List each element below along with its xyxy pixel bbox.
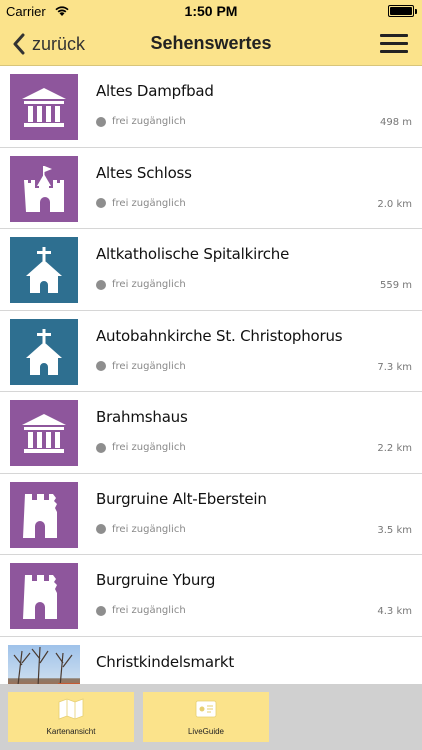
- page-title: Sehenswertes: [150, 33, 272, 53]
- status-bar: Carrier 1:50 PM: [0, 0, 422, 22]
- menu-button[interactable]: [380, 34, 408, 54]
- item-title: Burgruine Alt-Eberstein: [96, 489, 267, 508]
- access-status: frei zugänglich: [96, 116, 186, 127]
- distance-label: 7.3 km: [377, 361, 412, 373]
- navigation-bar: zurück Sehenswertes: [0, 22, 422, 66]
- access-status: frei zugänglich: [96, 279, 186, 290]
- item-title: Altkatholische Spitalkirche: [96, 245, 290, 263]
- list-item[interactable]: Autobahnkirche St. Christophorus frei zu…: [0, 311, 422, 392]
- item-title: Christkindelsmarkt: [96, 652, 235, 671]
- status-dot-icon: [96, 116, 106, 127]
- access-label: frei zugänglich: [112, 197, 186, 209]
- battery-icon: [388, 5, 417, 17]
- map-icon: [58, 698, 84, 720]
- christmas-market-photo: [8, 644, 80, 684]
- access-status: frei zugänglich: [96, 198, 186, 209]
- status-dot-icon: [96, 524, 106, 534]
- tab-map-view[interactable]: Kartenansicht: [8, 692, 134, 742]
- status-dot-icon: [96, 198, 106, 208]
- tab-bar: Kartenansicht LiveGuide: [0, 684, 422, 750]
- list-item[interactable]: Christkindelsmarkt: [0, 637, 422, 684]
- access-label: frei zugänglich: [112, 360, 186, 372]
- list-item[interactable]: Burgruine Yburg frei zugänglich 4.3 km: [0, 555, 422, 637]
- status-time: 1:50 PM: [184, 3, 238, 19]
- tab-liveguide[interactable]: LiveGuide: [143, 692, 269, 742]
- ruin-icon: [23, 493, 57, 538]
- access-status: frei zugänglich: [96, 605, 186, 616]
- access-status: frei zugänglich: [96, 442, 186, 453]
- item-title: Brahmshaus: [96, 408, 188, 426]
- status-dot-icon: [96, 442, 106, 453]
- church-icon: [26, 247, 62, 293]
- list-item[interactable]: Brahmshaus frei zugänglich 2.2 km: [0, 392, 422, 474]
- list-item[interactable]: Altes Dampfbad frei zugänglich 498 m: [0, 66, 422, 148]
- museum-icon: [22, 88, 66, 127]
- item-title: Autobahnkirche St. Christophorus: [96, 326, 343, 345]
- museum-icon: [22, 414, 66, 453]
- access-label: frei zugänglich: [112, 605, 186, 616]
- tab-label: LiveGuide: [187, 727, 225, 736]
- access-label: frei zugänglich: [112, 279, 186, 290]
- distance-label: 3.5 km: [377, 524, 412, 536]
- access-status: frei zugänglich: [96, 524, 186, 535]
- thumbnail: [10, 400, 78, 466]
- thumbnail: [10, 74, 78, 140]
- distance-label: 2.2 km: [377, 443, 412, 454]
- sights-list: Altes Dampfbad frei zugänglich 498 m Alt…: [0, 66, 422, 684]
- thumbnail: [10, 318, 78, 385]
- access-status: frei zugänglich: [96, 361, 186, 372]
- thumbnail: [10, 155, 78, 222]
- thumbnail: [10, 237, 78, 303]
- item-title: Altes Schloss: [96, 163, 192, 182]
- access-label: frei zugänglich: [112, 523, 186, 535]
- tab-label: Kartenansicht: [46, 727, 96, 736]
- castle-icon: [24, 165, 64, 212]
- distance-label: 559 m: [379, 280, 412, 291]
- access-label: frei zugänglich: [112, 442, 186, 453]
- liveguide-icon: [195, 700, 217, 718]
- status-dot-icon: [96, 361, 106, 371]
- distance-label: 2.0 km: [377, 198, 412, 210]
- status-dot-icon: [96, 279, 106, 290]
- distance-label: 498 m: [379, 117, 412, 128]
- thumbnail: [10, 563, 78, 629]
- item-title: Altes Dampfbad: [96, 82, 214, 100]
- thumbnail: [10, 481, 78, 548]
- church-icon: [26, 328, 62, 375]
- access-label: frei zugänglich: [112, 116, 186, 127]
- list-item[interactable]: Burgruine Alt-Eberstein frei zugänglich …: [0, 474, 422, 555]
- ruin-icon: [23, 575, 57, 619]
- distance-label: 4.3 km: [377, 606, 412, 617]
- item-title: Burgruine Yburg: [96, 571, 216, 589]
- list-item[interactable]: Altkatholische Spitalkirche frei zugängl…: [0, 229, 422, 311]
- status-dot-icon: [96, 605, 106, 616]
- list-item[interactable]: Altes Schloss frei zugänglich 2.0 km: [0, 148, 422, 229]
